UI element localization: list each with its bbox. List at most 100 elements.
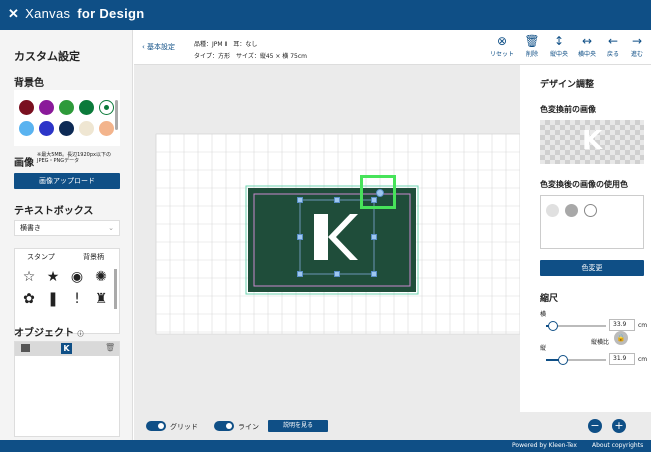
help-button[interactable]: 説明を見る	[268, 420, 328, 432]
object-thumbnail[interactable]: K	[61, 343, 72, 354]
used-colors-box	[540, 195, 644, 249]
logo-mark-icon: ✕	[8, 6, 20, 21]
color-swatch-list	[14, 90, 120, 146]
image-label: 画像	[14, 158, 34, 169]
aspect-ratio-label: 縦横比	[591, 339, 610, 346]
swatch-scrollbar[interactable]	[115, 100, 118, 130]
before-image-label: 色変換前の画像	[540, 105, 596, 114]
reset-icon: ⊗	[496, 34, 508, 48]
used-color-swatch[interactable]	[584, 204, 597, 217]
used-color-swatch[interactable]	[546, 204, 559, 217]
width-slider-knob[interactable]	[548, 321, 559, 331]
about-copyrights-link[interactable]: About copyrights	[592, 442, 643, 449]
image-icon	[21, 344, 30, 352]
color-swatch[interactable]	[79, 100, 94, 115]
tab-pattern[interactable]: 背景柄	[83, 252, 104, 262]
delete-button[interactable]: 🗑 削除	[519, 34, 545, 58]
tab-stamp[interactable]: スタンプ	[27, 252, 55, 262]
width-label: 横	[540, 311, 547, 318]
image-note: ※最大5MB。長辺1920px以下のJPEG・PNGデータ	[37, 152, 111, 164]
color-swatch[interactable]	[19, 121, 34, 136]
resize-handle[interactable]	[371, 271, 377, 277]
height-input[interactable]: 31.9	[609, 353, 635, 365]
design-canvas-area	[134, 30, 520, 412]
redo-button[interactable]: → 進む	[624, 34, 650, 58]
resize-handle[interactable]	[371, 234, 377, 240]
undo-icon: ←	[607, 34, 619, 48]
logo-suffix: for Design	[77, 6, 145, 21]
stamp-scrollbar[interactable]	[114, 269, 117, 309]
height-label: 縦	[540, 345, 547, 352]
line-label: ライン	[238, 423, 259, 431]
resize-handle[interactable]	[334, 271, 340, 277]
spiral-icon[interactable]: ✺	[93, 269, 109, 285]
zoom-out-button[interactable]: −	[588, 419, 602, 433]
center-horizontal-button[interactable]: ↔ 横中央	[574, 34, 600, 58]
resize-handle[interactable]	[334, 197, 340, 203]
flower-icon[interactable]: ✿	[21, 291, 37, 307]
powered-by-text: Powered by Kleen-Tex	[512, 442, 577, 449]
object-label: オブジェクト ⓘ	[14, 328, 84, 339]
undo-button[interactable]: ← 戻る	[600, 34, 626, 58]
stamp-panel: スタンプ 背景柄 ☆ ★ ◉ ✺ ✿ ❚ ! ♜	[14, 248, 120, 334]
color-swatch[interactable]	[99, 121, 114, 136]
back-link[interactable]: ‹ 基本設定	[142, 42, 175, 52]
color-swatch[interactable]	[59, 121, 74, 136]
change-color-button[interactable]: 色変更	[540, 260, 644, 276]
width-input[interactable]: 33.9	[609, 319, 635, 331]
design-adjust-panel: デザイン調整 色変換前の画像 K 色変換後の画像の使用色 色変更 縮尺 横 33…	[531, 65, 651, 412]
duck-icon[interactable]: ◉	[69, 269, 85, 285]
object-list: K 🗑	[14, 341, 120, 437]
footprints-icon[interactable]: ❚	[45, 291, 61, 307]
text-direction-value: 横書き	[20, 224, 41, 232]
footprint-icon[interactable]: !	[69, 291, 85, 307]
app-header: ✕ Xanvas for Design	[0, 0, 651, 30]
rotate-handle[interactable]	[360, 175, 396, 209]
width-slider[interactable]	[546, 321, 606, 331]
color-swatch[interactable]	[39, 121, 54, 136]
chevron-left-icon: ‹	[142, 43, 145, 51]
reset-button[interactable]: ⊗ リセット	[489, 34, 515, 58]
trash-icon[interactable]: 🗑	[105, 343, 115, 352]
color-swatch-selected[interactable]	[99, 100, 114, 115]
color-swatch[interactable]	[59, 100, 74, 115]
after-image-label: 色変換後の画像の使用色	[540, 180, 628, 189]
before-image-preview: K	[540, 120, 644, 164]
spray-bottle-icon[interactable]: ♜	[93, 291, 109, 307]
text-direction-select[interactable]: 横書き ⌄	[14, 220, 120, 236]
height-slider-knob[interactable]	[557, 355, 568, 365]
image-upload-button[interactable]: 画像アップロード	[14, 173, 120, 189]
trash-icon: 🗑	[524, 34, 540, 48]
center-horizontal-icon: ↔	[581, 34, 593, 48]
product-spec-line1: 品種：JPM Ⅱ 耳：なし	[194, 41, 258, 48]
height-slider[interactable]	[546, 355, 606, 365]
used-color-swatch[interactable]	[565, 204, 578, 217]
resize-handle[interactable]	[297, 234, 303, 240]
zoom-in-button[interactable]: +	[612, 419, 626, 433]
grid-toggle[interactable]	[146, 421, 166, 431]
scale-label: 縮尺	[540, 294, 559, 304]
line-toggle[interactable]	[214, 421, 234, 431]
panel-title: デザイン調整	[540, 80, 595, 90]
color-swatch[interactable]	[79, 121, 94, 136]
info-icon[interactable]: ⓘ	[77, 331, 83, 338]
app-logo: ✕ Xanvas for Design	[8, 6, 145, 22]
color-swatch[interactable]	[39, 100, 54, 115]
object-row[interactable]: K 🗑	[15, 342, 119, 356]
center-vertical-button[interactable]: ↕ 縦中央	[546, 34, 572, 58]
center-vertical-icon: ↕	[553, 34, 565, 48]
product-info-bar: ‹ 基本設定 品種：JPM Ⅱ 耳：なし タイプ：方形 サイズ：縦45 × 横 …	[134, 30, 651, 65]
star-icon[interactable]: ★	[45, 269, 61, 285]
resize-handle[interactable]	[297, 271, 303, 277]
k-logo-icon	[314, 214, 358, 260]
color-swatch[interactable]	[19, 100, 34, 115]
logo-object[interactable]	[310, 212, 360, 262]
star-outline-icon[interactable]: ☆	[21, 269, 37, 285]
grid-label: グリッド	[170, 423, 198, 431]
resize-handle[interactable]	[297, 197, 303, 203]
app-footer: Powered by Kleen-Tex About copyrights	[0, 440, 651, 452]
lock-icon[interactable]: 🔒	[614, 331, 628, 345]
custom-settings-sidebar: カスタム設定 背景色 画像 ※最大5MB。長辺1920px以下のJPEG・PNG…	[0, 30, 133, 440]
rotate-icon	[376, 189, 384, 197]
sidebar-title: カスタム設定	[14, 50, 80, 63]
